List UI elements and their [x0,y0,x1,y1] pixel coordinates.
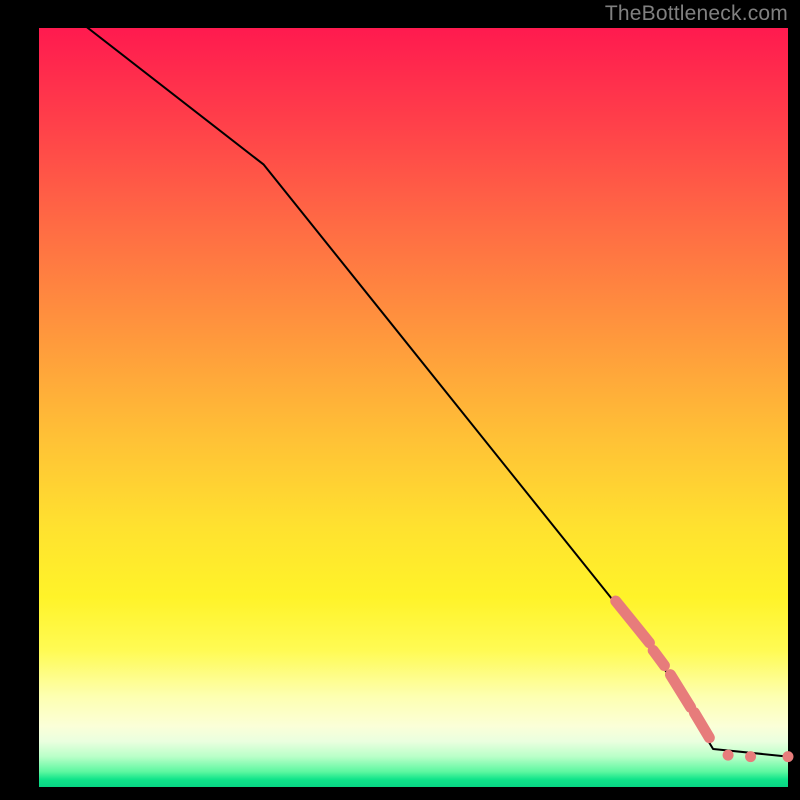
plot-area [39,28,788,787]
plot-svg [39,28,788,787]
marker-segment [694,713,709,738]
bottleneck-curve [39,0,788,757]
attribution-label: TheBottleneck.com [605,2,788,26]
marker-dot [745,751,756,762]
chart-container: TheBottleneck.com [0,0,800,800]
marker-dot [723,750,734,761]
marker-segment [616,601,650,643]
marker-segment [670,675,690,708]
marker-dot [783,751,794,762]
marker-segment [653,650,664,665]
marker-group [616,601,794,762]
